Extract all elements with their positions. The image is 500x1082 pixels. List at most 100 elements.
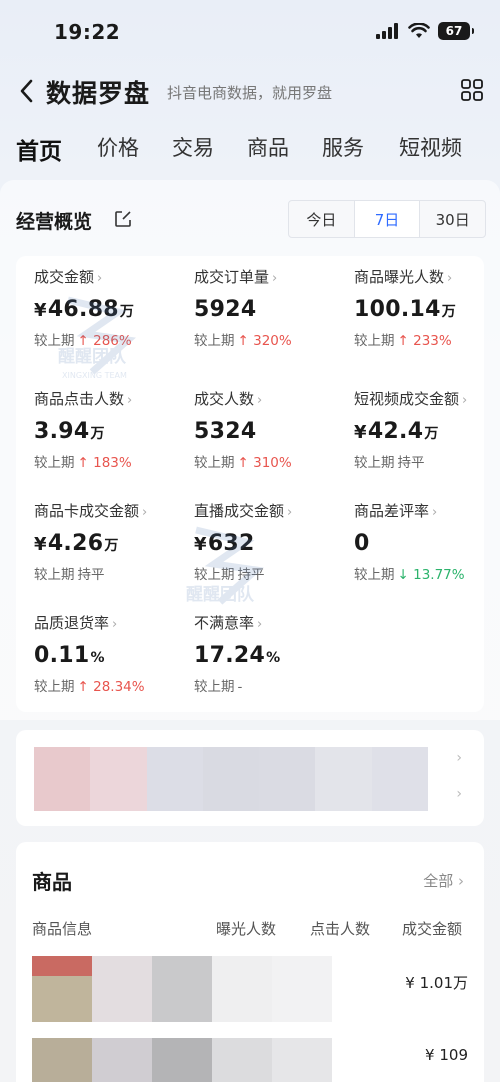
metric-value: ¥632 (194, 531, 344, 556)
edit-icon[interactable] (114, 210, 132, 228)
change-value: 持平 (237, 567, 265, 583)
tab-goods[interactable]: 商品 (247, 132, 289, 162)
tab-home[interactable]: 首页 (16, 132, 62, 166)
metric-label-text: 商品点击人数 (34, 390, 125, 408)
tab-trade[interactable]: 交易 (172, 132, 214, 162)
comparison-label: 较上期 (34, 679, 75, 695)
comparison-label: 较上期 (194, 333, 235, 349)
trend-flat-change: - (238, 679, 243, 695)
chevron-right-icon: › (112, 617, 118, 632)
metric-comparison: 较上期 ↑ 28.34% (34, 675, 184, 695)
range-7d[interactable]: 7日 (354, 201, 421, 237)
trend-flat-change: 持平 (78, 567, 105, 583)
status-icons: 67 (376, 22, 474, 40)
battery-icon: 67 (438, 22, 474, 40)
metric-label-text: 成交订单量 (194, 268, 270, 286)
metric-item[interactable]: 成交人数 › 5324 较上期 ↑ 310% (194, 388, 344, 471)
metric-comparison: 较上期 ↑ 233% (354, 329, 500, 349)
metric-number: 17.24 (194, 643, 266, 668)
arrow-down-icon: ↓ (397, 567, 414, 583)
metric-number: 0 (354, 531, 370, 556)
comparison-label: 较上期 (34, 333, 75, 349)
metric-value: 5324 (194, 419, 344, 444)
metric-item[interactable]: 短视频成交金额 › ¥42.4万较上期 持平 (354, 388, 500, 471)
metric-label: 成交订单量 › (194, 266, 344, 287)
date-range-selector: 今日 7日 30日 (288, 200, 486, 238)
overview-title: 经营概览 (16, 211, 93, 233)
trend-down-change: ↓ 13.77% (398, 567, 465, 583)
chevron-right-icon[interactable]: › (456, 750, 462, 766)
metric-item[interactable]: 品质退货率 › 0.11% 较上期 ↑ 28.34% (34, 612, 184, 695)
main-tabs: 首页 价格 交易 商品 服务 短视频 (0, 124, 500, 172)
metric-label-text: 商品曝光人数 (354, 268, 445, 286)
change-value: - (237, 679, 243, 695)
range-30d[interactable]: 30日 (420, 201, 485, 237)
metric-item[interactable]: 商品曝光人数 › 100.14万较上期 ↑ 233% (354, 266, 500, 349)
arrow-up-icon: ↑ (237, 333, 254, 349)
metric-comparison: 较上期 持平 (194, 563, 344, 583)
metric-item[interactable]: 直播成交金额 › ¥632 较上期 持平 (194, 500, 344, 583)
column-header-exposure[interactable]: 曝光人数 (216, 918, 276, 939)
metric-item[interactable]: 商品点击人数 › 3.94万 较上期 ↑ 183% (34, 388, 184, 471)
trend-up-change: ↑ 28.34% (78, 679, 145, 695)
metrics-grid: 成交金额 › ¥46.88万 较上期 ↑ 286% 成交订单量 › 5924 较上期 ↑ 320%… (16, 256, 484, 712)
currency-symbol: ¥ (34, 534, 47, 555)
trend-up-change: ↑ 320% (238, 333, 292, 349)
comparison-label: 较上期 (194, 567, 235, 583)
change-value: 286% (93, 333, 132, 349)
metric-value: ¥42.4万 (354, 419, 500, 444)
metric-value: 100.14万 (354, 297, 500, 322)
chevron-right-icon[interactable]: › (456, 786, 462, 802)
products-all-link[interactable]: 全部 › (423, 870, 464, 891)
metric-value: 3.94万 (34, 419, 184, 444)
chevron-right-icon: › (287, 505, 293, 520)
column-header-clicks[interactable]: 点击人数 (310, 918, 370, 939)
metric-item[interactable]: 成交金额 › ¥46.88万 较上期 ↑ 286% (34, 266, 184, 349)
trend-up-change: ↑ 286% (78, 333, 132, 349)
metric-unit: % (90, 650, 105, 666)
metric-item[interactable]: 不满意率 › 17.24% 较上期 - (194, 612, 344, 695)
change-value: 持平 (397, 455, 425, 471)
metric-value: ¥4.26万 (34, 531, 184, 556)
chevron-right-icon: › (97, 271, 103, 286)
metric-number: 5924 (194, 297, 257, 322)
apps-grid-icon[interactable] (460, 78, 484, 102)
metric-label: 成交人数 › (194, 388, 344, 409)
metric-label-text: 成交金额 (34, 268, 95, 286)
products-title: 商品 (32, 870, 72, 894)
currency-symbol: ¥ (194, 534, 207, 555)
tab-price[interactable]: 价格 (97, 132, 139, 162)
arrow-up-icon: ↑ (77, 679, 94, 695)
range-today[interactable]: 今日 (289, 201, 355, 237)
metric-comparison: 较上期 ↓ 13.77% (354, 563, 500, 583)
metric-label: 品质退货率 › (34, 612, 184, 633)
chevron-right-icon: › (462, 393, 468, 408)
tab-service[interactable]: 服务 (322, 132, 364, 162)
comparison-label: 较上期 (354, 567, 395, 583)
chevron-right-icon: › (142, 505, 148, 520)
status-bar: 19:22 67 (0, 0, 500, 66)
page-subtitle: 抖音电商数据，就用罗盘 (167, 84, 333, 102)
chevron-right-icon: › (257, 617, 263, 632)
tab-short-video[interactable]: 短视频 (399, 132, 462, 162)
comparison-label: 较上期 (194, 679, 235, 695)
products-all-label: 全部 (423, 872, 454, 890)
metric-unit: 万 (104, 538, 119, 554)
metric-unit: 万 (90, 426, 105, 442)
promo-banner[interactable]: › › (16, 730, 484, 826)
comparison-label: 较上期 (354, 333, 395, 349)
metric-number: 4.26 (47, 531, 104, 556)
chevron-right-icon: › (458, 872, 464, 890)
comparison-label: 较上期 (354, 455, 395, 471)
back-arrow-icon[interactable] (14, 76, 40, 106)
metric-label-text: 成交人数 (194, 390, 255, 408)
metric-item[interactable]: 商品卡成交金额 › ¥4.26万 较上期 持平 (34, 500, 184, 583)
metric-label: 短视频成交金额 › (354, 388, 500, 409)
metric-item[interactable]: 商品差评率 › 0 较上期 ↓ 13.77% (354, 500, 500, 583)
trend-flat-change: 持平 (238, 567, 265, 583)
metric-item[interactable]: 成交订单量 › 5924 较上期 ↑ 320% (194, 266, 344, 349)
column-header-amount[interactable]: 成交金额 (402, 918, 462, 939)
change-value: 320% (253, 333, 292, 349)
metric-label-text: 不满意率 (194, 614, 255, 632)
chevron-right-icon: › (447, 271, 453, 286)
